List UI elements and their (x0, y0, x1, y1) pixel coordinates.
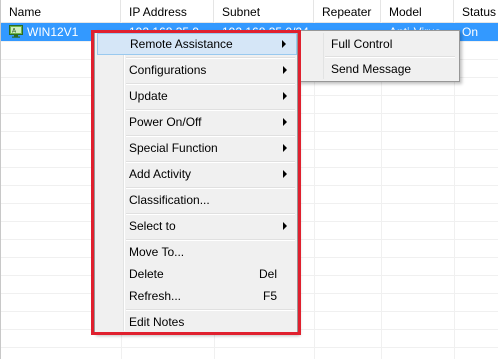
menu-item-label: Add Activity (129, 167, 192, 181)
menu-item-label: Move To... (129, 245, 185, 259)
menu-item-label: Select to (129, 219, 176, 233)
menu-item-special-function[interactable]: Special Function (97, 137, 297, 159)
menu-item-refresh[interactable]: Refresh... F5 (97, 285, 297, 307)
menu-item-add-activity[interactable]: Add Activity (97, 163, 297, 185)
menu-item-label: Special Function (129, 141, 218, 155)
column-header-repeater[interactable]: Repeater (314, 0, 381, 22)
menu-item-update[interactable]: Update (97, 85, 297, 107)
shortcut-label: F5 (262, 289, 277, 303)
column-header-model[interactable]: Model (381, 0, 454, 22)
column-header-name[interactable]: Name (1, 0, 121, 22)
menu-item-select-to[interactable]: Select to (97, 215, 297, 237)
submenu-arrow-icon (283, 118, 287, 126)
menu-item-send-message[interactable]: Send Message (301, 58, 459, 80)
submenu-arrow-icon (283, 144, 287, 152)
submenu-arrow-icon (282, 40, 286, 48)
menu-item-edit-notes[interactable]: Edit Notes (97, 311, 297, 333)
menu-item-label: Power On/Off (129, 115, 202, 129)
menu-item-label: Configurations (129, 63, 207, 77)
menu-item-label: Classification... (129, 193, 210, 207)
menu-item-label: Send Message (331, 62, 412, 76)
menu-item-configurations[interactable]: Configurations (97, 59, 297, 81)
menu-item-full-control[interactable]: Full Control (301, 33, 459, 55)
menu-item-move-to[interactable]: Move To... (97, 241, 297, 263)
menu-item-power-on-off[interactable]: Power On/Off (97, 111, 297, 133)
column-header-subnet[interactable]: Subnet (214, 0, 314, 22)
menu-item-label: Remote Assistance (130, 37, 233, 51)
menu-item-delete[interactable]: Delete Del (97, 263, 297, 285)
submenu-arrow-icon (283, 170, 287, 178)
column-header-status[interactable]: Status (454, 0, 498, 22)
menu-item-label: Refresh... (129, 289, 182, 303)
menu-item-classification[interactable]: Classification... (97, 189, 297, 211)
grid-line (1, 347, 498, 348)
computer-icon: A (9, 25, 23, 38)
submenu-arrow-icon (283, 92, 287, 100)
cell-status: On (462, 25, 479, 39)
shortcut-label: Del (258, 267, 277, 281)
menu-item-label: Full Control (331, 37, 393, 51)
menu-item-label: Edit Notes (129, 315, 185, 329)
device-list-window: Name IP Address Subnet Repeater Model St… (0, 0, 498, 359)
menu-item-remote-assistance[interactable]: Remote Assistance (97, 33, 297, 55)
menu-item-label: Update (129, 89, 168, 103)
menu-item-label: Delete (129, 267, 164, 281)
context-menu: Remote Assistance Configurations Update … (94, 30, 298, 334)
submenu-arrow-icon (283, 222, 287, 230)
remote-assistance-submenu: Full Control Send Message (298, 30, 460, 82)
list-header: Name IP Address Subnet Repeater Model St… (1, 0, 498, 23)
column-header-ip-address[interactable]: IP Address (121, 0, 214, 22)
submenu-arrow-icon (283, 66, 287, 74)
